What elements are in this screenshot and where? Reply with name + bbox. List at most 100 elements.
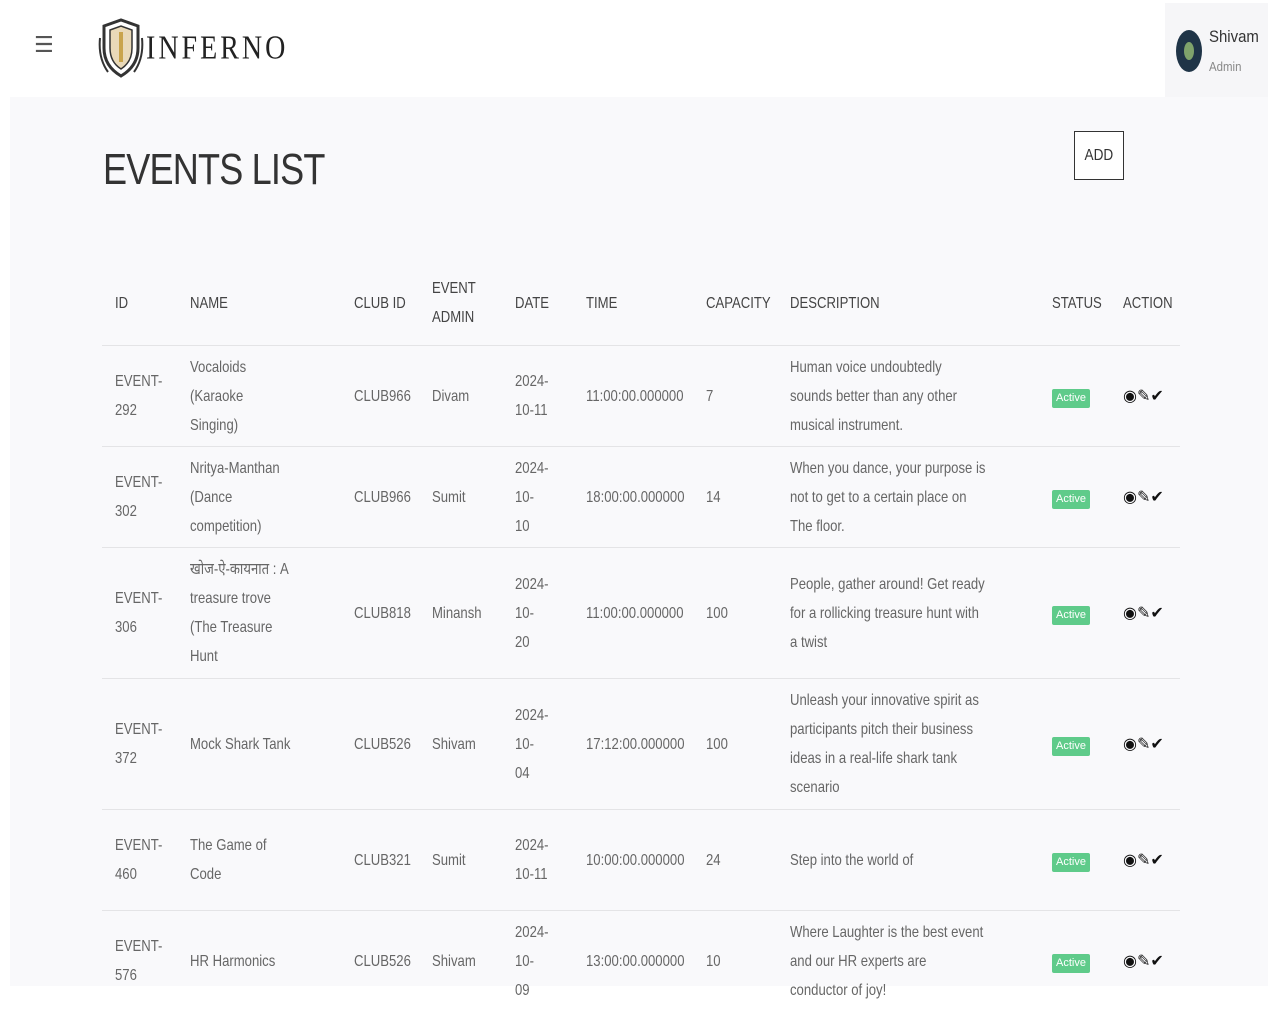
event-name-cell: खोज-ऐ-कायनात : A treasure trove (The Tre…	[177, 547, 341, 679]
user-profile[interactable]: Shivam Admin	[1165, 3, 1268, 97]
status-cell: Active	[1039, 446, 1110, 548]
logo-text: INFERNO	[146, 29, 289, 67]
event-date-cell: 2024-10-11	[502, 809, 573, 911]
column-header-time[interactable]: TIME	[573, 261, 693, 346]
table-row: EVENT-302 Nritya-Manthan (Dance competiti…	[102, 446, 1180, 548]
action-cell: ◉✎✔	[1110, 910, 1180, 1012]
description-cell: Step into the world of	[777, 809, 1039, 911]
event-date-cell: 2024-10-11	[502, 345, 573, 447]
hamburger-icon[interactable]: ☰	[34, 35, 56, 57]
status-badge: Active	[1052, 388, 1090, 408]
capacity-cell: 24	[693, 809, 777, 911]
events-table: ID NAME CLUB ID EVENT ADMIN DATE TIME CA…	[102, 261, 1180, 1012]
event-name-cell: Nritya-Manthan (Dance competition)	[177, 446, 341, 548]
edit-icon[interactable]: ✎	[1137, 603, 1150, 622]
description-cell: Human voice undoubtedly sounds better th…	[777, 345, 1039, 447]
column-header-name[interactable]: NAME	[177, 261, 341, 346]
description-cell: People, gather around! Get ready for a r…	[777, 547, 1039, 679]
table-row: EVENT-292 Vocaloids (Karaoke Singing) CLUB…	[102, 345, 1180, 447]
event-time-cell: 11:00:00.000000	[573, 345, 693, 447]
event-id-cell: EVENT-372	[102, 678, 177, 810]
event-name-cell: HR Harmonics	[177, 910, 341, 1012]
top-navbar: ☰ INFERNO Shivam Admin	[0, 0, 1274, 97]
event-time-cell: 18:00:00.000000	[573, 446, 693, 548]
event-name-cell: Mock Shark Tank	[177, 678, 341, 810]
column-header-event-admin[interactable]: EVENT ADMIN	[419, 261, 502, 346]
view-icon[interactable]: ◉	[1123, 487, 1137, 506]
event-time-cell: 10:00:00.000000	[573, 809, 693, 911]
view-icon[interactable]: ◉	[1123, 734, 1137, 753]
column-header-capacity[interactable]: CAPACITY	[693, 261, 777, 346]
table-row: EVENT-372 Mock Shark Tank CLUB526 Shivam 202…	[102, 678, 1180, 810]
column-header-date[interactable]: DATE	[502, 261, 573, 346]
club-id-cell: CLUB818	[341, 547, 419, 679]
event-date-cell: 2024-10-04	[502, 678, 573, 810]
event-time-cell: 13:00:00.000000	[573, 910, 693, 1012]
status-badge: Active	[1052, 605, 1090, 625]
edit-icon[interactable]: ✎	[1137, 386, 1150, 405]
event-admin-cell: Divam	[419, 345, 502, 447]
approve-icon[interactable]: ✔	[1150, 603, 1163, 622]
view-icon[interactable]: ◉	[1123, 850, 1137, 869]
edit-icon[interactable]: ✎	[1137, 850, 1150, 869]
action-cell: ◉✎✔	[1110, 345, 1180, 447]
event-admin-cell: Sumit	[419, 446, 502, 548]
logo-crest-icon	[98, 18, 144, 78]
description-cell: When you dance, your purpose is not to g…	[777, 446, 1039, 548]
event-time-cell: 11:00:00.000000	[573, 547, 693, 679]
capacity-cell: 14	[693, 446, 777, 548]
column-header-action[interactable]: ACTION	[1110, 261, 1180, 346]
page-title: EVENTS LIST	[103, 145, 325, 194]
capacity-cell: 100	[693, 678, 777, 810]
approve-icon[interactable]: ✔	[1150, 487, 1163, 506]
event-id-cell: EVENT-306	[102, 547, 177, 679]
action-cell: ◉✎✔	[1110, 547, 1180, 679]
club-id-cell: CLUB526	[341, 910, 419, 1012]
event-admin-cell: Shivam	[419, 678, 502, 810]
column-header-status[interactable]: STATUS	[1039, 261, 1110, 346]
action-cell: ◉✎✔	[1110, 678, 1180, 810]
main-content: EVENTS LIST ADD ID NAME CLUB ID EVENT AD…	[10, 97, 1268, 1012]
description-cell: Where Laughter is the best event and our…	[777, 910, 1039, 1012]
view-icon[interactable]: ◉	[1123, 951, 1137, 970]
status-badge: Active	[1052, 953, 1090, 973]
user-role: Admin	[1209, 59, 1242, 74]
event-admin-cell: Shivam	[419, 910, 502, 1012]
event-name-cell: The Game of Code	[177, 809, 341, 911]
column-header-id[interactable]: ID	[102, 261, 177, 346]
approve-icon[interactable]: ✔	[1150, 951, 1163, 970]
club-id-cell: CLUB526	[341, 678, 419, 810]
table-row: EVENT-460 The Game of Code CLUB321 Sumit 202…	[102, 809, 1180, 911]
column-header-club-id[interactable]: CLUB ID	[341, 261, 419, 346]
edit-icon[interactable]: ✎	[1137, 734, 1150, 753]
view-icon[interactable]: ◉	[1123, 603, 1137, 622]
club-id-cell: CLUB966	[341, 345, 419, 447]
approve-icon[interactable]: ✔	[1150, 850, 1163, 869]
add-button[interactable]: ADD	[1074, 131, 1124, 180]
status-cell: Active	[1039, 547, 1110, 679]
approve-icon[interactable]: ✔	[1150, 386, 1163, 405]
capacity-cell: 10	[693, 910, 777, 1012]
edit-icon[interactable]: ✎	[1137, 951, 1150, 970]
description-cell: Unleash your innovative spirit as partic…	[777, 678, 1039, 810]
event-date-cell: 2024-10-10	[502, 446, 573, 548]
avatar[interactable]	[1176, 30, 1202, 72]
table-row: EVENT-306 खोज-ऐ-कायनात : A treasure trove…	[102, 547, 1180, 679]
status-cell: Active	[1039, 809, 1110, 911]
event-id-cell: EVENT-576	[102, 910, 177, 1012]
column-header-description[interactable]: DESCRIPTION	[777, 261, 1039, 346]
status-cell: Active	[1039, 678, 1110, 810]
status-badge: Active	[1052, 852, 1090, 872]
club-id-cell: CLUB966	[341, 446, 419, 548]
edit-icon[interactable]: ✎	[1137, 487, 1150, 506]
event-name-cell: Vocaloids (Karaoke Singing)	[177, 345, 341, 447]
action-cell: ◉✎✔	[1110, 446, 1180, 548]
event-id-cell: EVENT-292	[102, 345, 177, 447]
view-icon[interactable]: ◉	[1123, 386, 1137, 405]
event-admin-cell: Sumit	[419, 809, 502, 911]
brand-logo[interactable]: INFERNO	[98, 18, 288, 80]
approve-icon[interactable]: ✔	[1150, 734, 1163, 753]
table-row: EVENT-576 HR Harmonics CLUB526 Shivam 2024-1…	[102, 910, 1180, 1012]
event-date-cell: 2024-10-20	[502, 547, 573, 679]
capacity-cell: 100	[693, 547, 777, 679]
